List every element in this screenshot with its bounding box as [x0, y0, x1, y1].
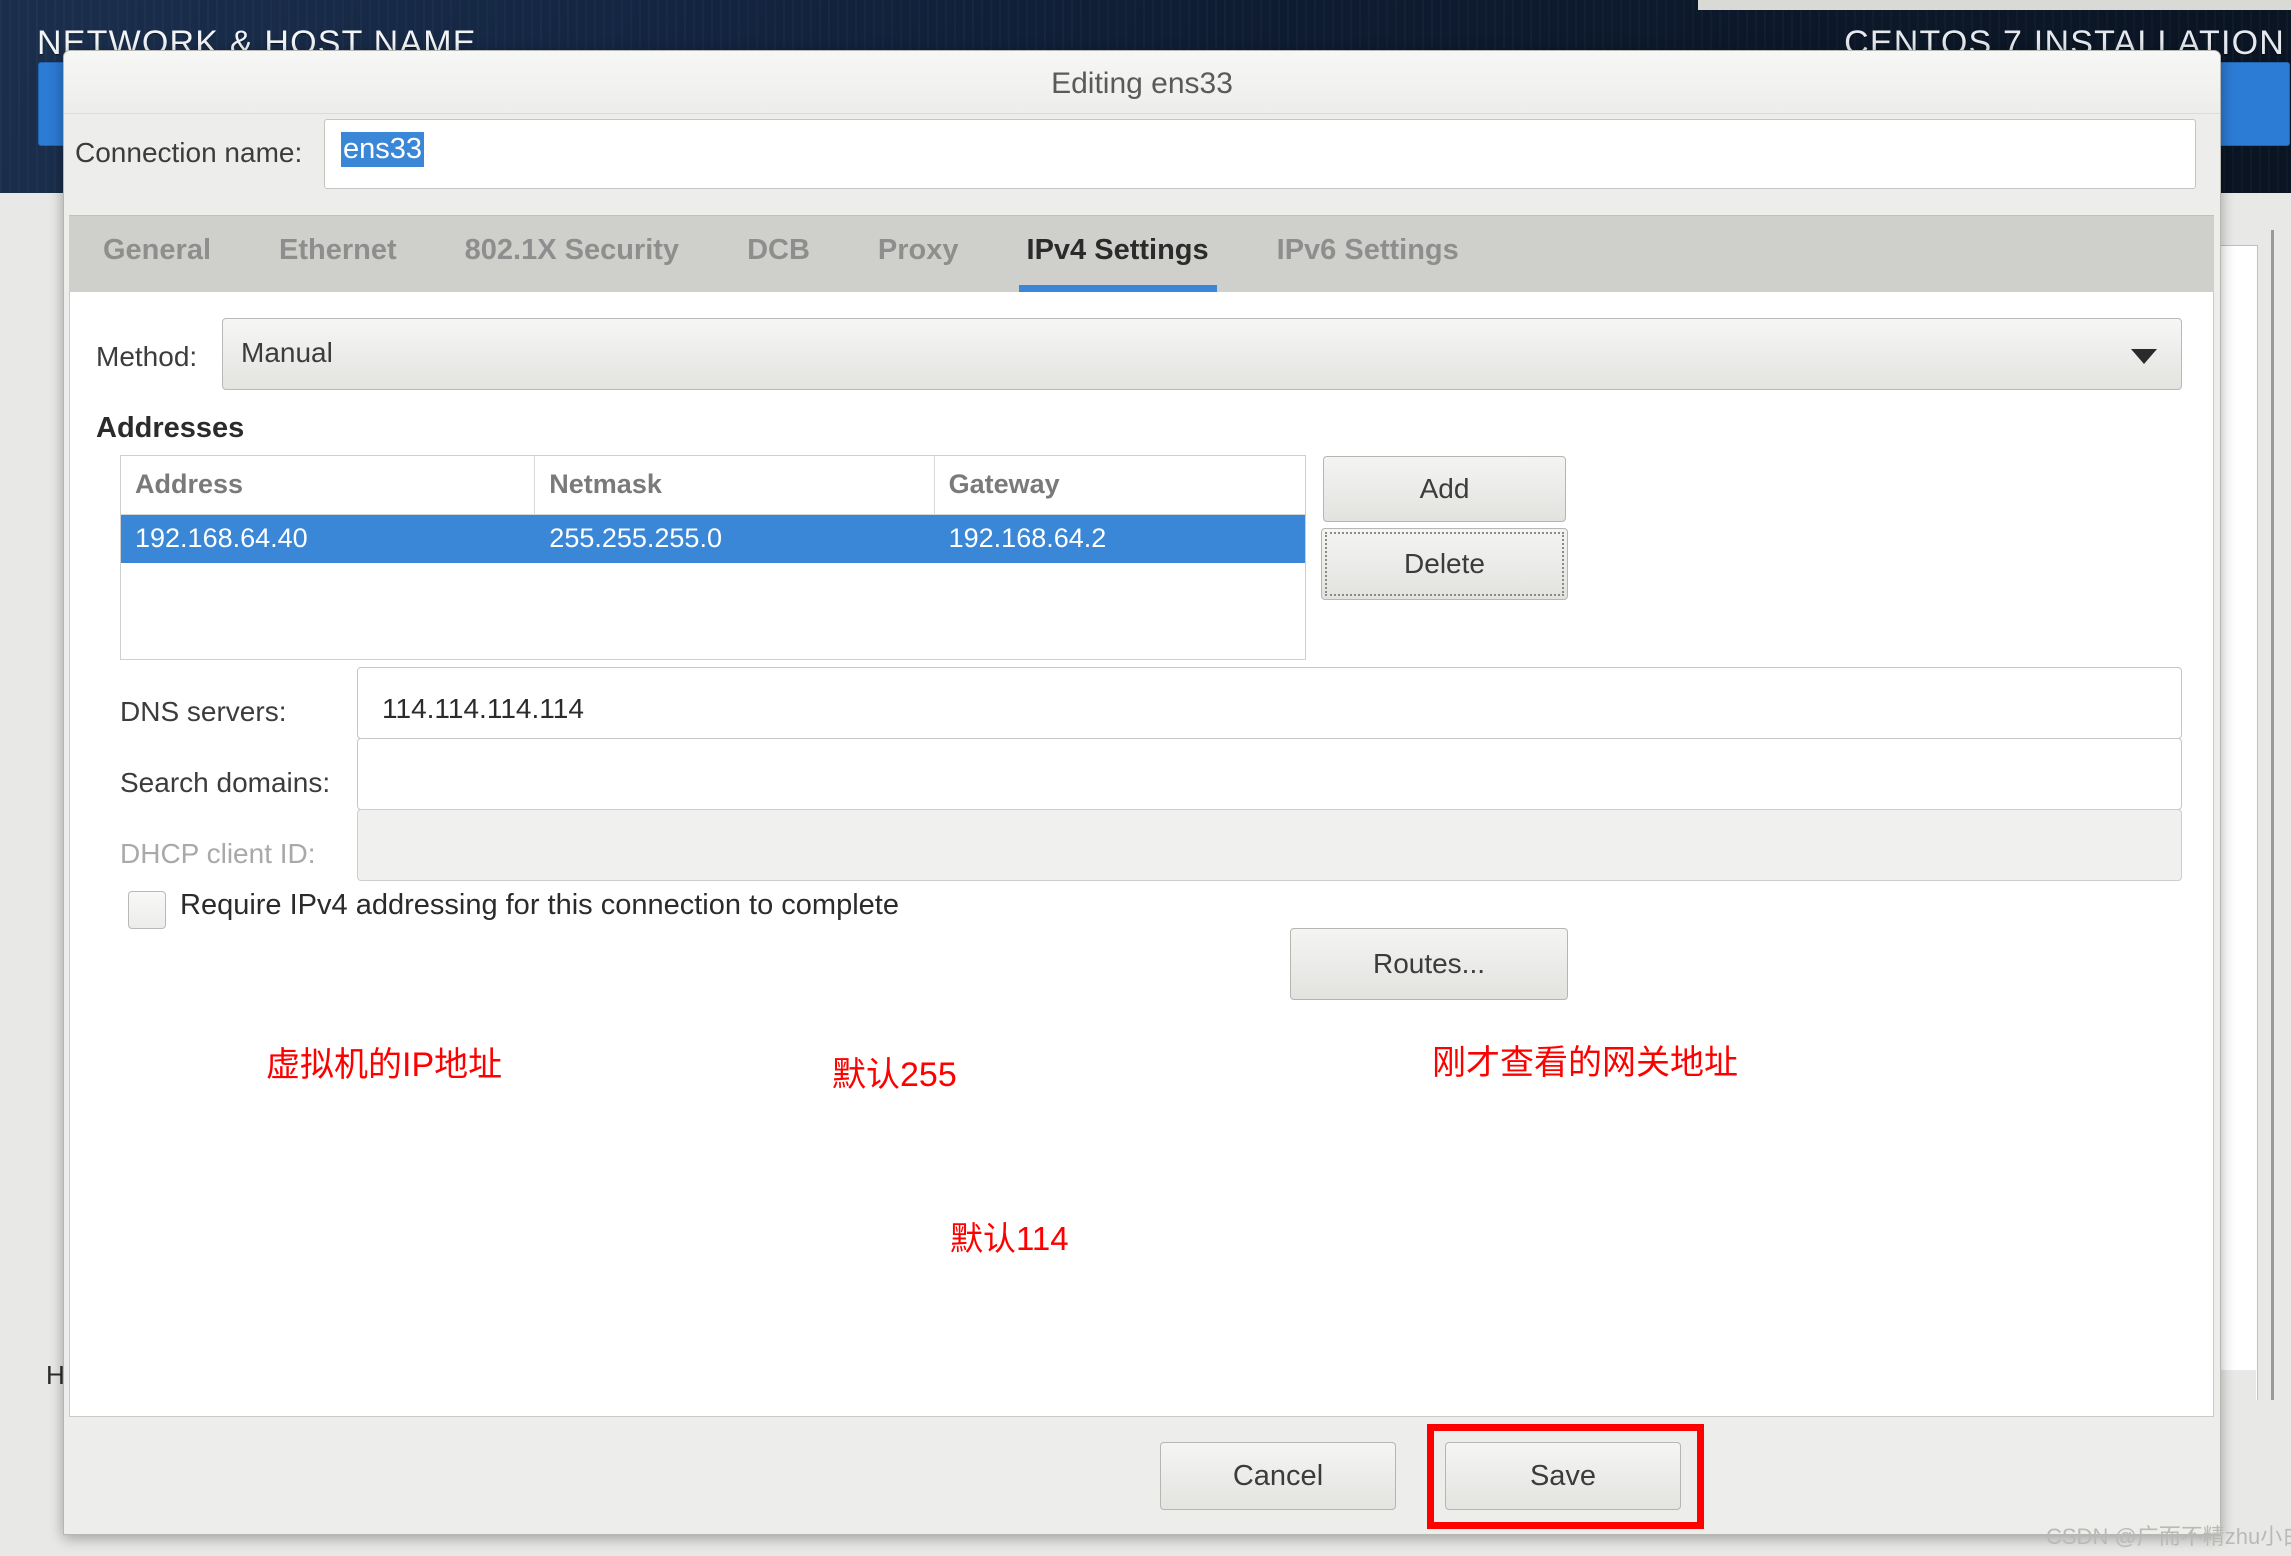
dialog-titlebar: Editing ens33 — [64, 51, 2220, 114]
dns-servers-input[interactable] — [357, 667, 2182, 739]
background-left-padding — [0, 193, 68, 1556]
tab-8021x-security[interactable]: 802.1X Security — [431, 216, 713, 293]
dhcp-client-id-input — [357, 809, 2182, 881]
annotation-netmask: 默认255 — [832, 1056, 957, 1094]
tab-ipv6-settings[interactable]: IPv6 Settings — [1243, 216, 1493, 293]
chevron-down-icon — [2131, 349, 2157, 364]
connection-name-input[interactable]: ens33 — [324, 119, 2196, 189]
routes-button[interactable]: Routes... — [1290, 928, 1568, 1000]
column-header-gateway: Gateway — [948, 469, 1060, 499]
column-header-netmask: Netmask — [535, 456, 935, 514]
dhcp-client-id-label: DHCP client ID: — [120, 838, 316, 869]
edit-connection-dialog: Editing ens33 Connection name: ens33 Gen… — [63, 50, 2221, 1535]
tab-ethernet[interactable]: Ethernet — [245, 216, 431, 293]
method-select[interactable]: Manual — [222, 318, 2182, 390]
annotation-dns: 默认114 — [950, 1220, 1069, 1257]
cell-gateway[interactable]: 192.168.64.2 — [935, 515, 1305, 563]
method-label: Method: — [96, 341, 198, 372]
dialog-footer: Cancel Save — [64, 1422, 2220, 1534]
search-domains-label: Search domains: — [120, 767, 331, 798]
tab-dcb[interactable]: DCB — [713, 216, 844, 293]
tab-ipv4-settings[interactable]: IPv4 Settings — [993, 216, 1243, 293]
dns-servers-label: DNS servers: — [120, 696, 287, 727]
delete-address-button[interactable]: Delete — [1321, 528, 1568, 600]
method-selected-value: Manual — [241, 337, 333, 368]
tab-proxy[interactable]: Proxy — [844, 216, 993, 293]
require-ipv4-label: Require IPv4 addressing for this connect… — [180, 889, 899, 921]
addresses-table-header: Address Netmask Gateway — [121, 456, 1305, 515]
add-address-button[interactable]: Add — [1323, 456, 1566, 522]
addresses-section-title: Addresses — [96, 412, 245, 444]
cell-netmask[interactable]: 255.255.255.0 — [535, 515, 934, 563]
table-row[interactable]: 192.168.64.40 255.255.255.0 192.168.64.2 — [121, 515, 1305, 563]
annotation-ip-address: 虚拟机的IP地址 — [266, 1046, 503, 1084]
installer-top-strip — [1698, 0, 2291, 10]
dns-servers-value: 114.114.114.114 — [382, 693, 584, 724]
cancel-button[interactable]: Cancel — [1160, 1442, 1396, 1510]
addresses-table[interactable]: Address Netmask Gateway 192.168.64.40 25… — [120, 455, 1306, 660]
dialog-title: Editing ens33 — [1051, 67, 1233, 100]
background-hostname-label: H — [46, 1360, 65, 1390]
column-header-address: Address — [121, 456, 536, 514]
settings-tabstrip: General Ethernet 802.1X Security DCB Pro… — [69, 215, 2214, 293]
annotation-gateway: 刚才查看的网关地址 — [1432, 1044, 1738, 1082]
connection-name-label: Connection name: — [75, 137, 303, 168]
watermark: CSDN @广而不精zhu小白 — [2046, 1524, 2291, 1549]
search-domains-input[interactable] — [357, 738, 2182, 810]
tab-general[interactable]: General — [69, 216, 245, 293]
require-ipv4-checkbox[interactable] — [128, 891, 166, 929]
connection-name-row: Connection name: ens33 — [64, 113, 2220, 201]
ipv4-settings-panel: Method: Manual Addresses Address Netmask… — [69, 292, 2214, 1417]
connection-name-value: ens33 — [341, 132, 425, 167]
annotation-save-highlight-box — [1427, 1424, 1704, 1529]
cell-address[interactable]: 192.168.64.40 — [121, 515, 535, 563]
